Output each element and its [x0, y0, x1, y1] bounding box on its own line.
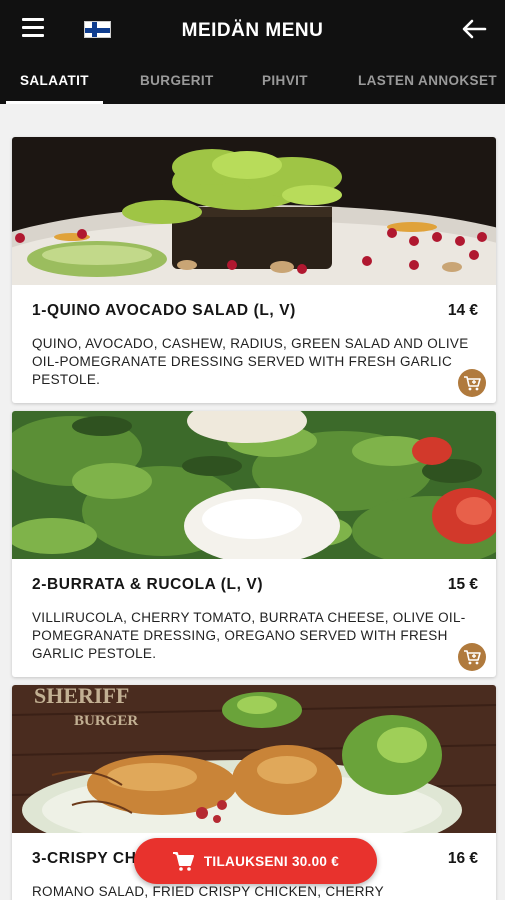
item-price: 15 €	[447, 576, 478, 593]
photo-logo-text: BURGER	[74, 713, 138, 729]
tab-burgerit[interactable]: BURGERIT	[140, 58, 214, 104]
page-title: MEIDÄN MENU	[181, 20, 324, 41]
dish-photo	[12, 137, 496, 285]
photo-logo-text: SHERIFF	[34, 685, 129, 708]
item-price: 16 €	[447, 850, 478, 867]
arrow-left-icon[interactable]	[461, 18, 487, 40]
my-order-button[interactable]: TILAUKSENI 30.00 €	[134, 838, 377, 884]
top-app-bar: MEIDÄN MENU	[0, 0, 505, 58]
item-description: QUINO, AVOCADO, CASHEW, RADIUS, GREEN SA…	[32, 336, 469, 387]
add-to-cart-icon[interactable]	[458, 369, 486, 397]
category-tabs: SALAATIT BURGERIT PIHVIT LASTEN ANNOKSET	[0, 58, 505, 104]
item-name: 2-BURRATA & RUCOLA (L, V)	[32, 576, 264, 593]
item-price: 14 €	[447, 302, 478, 319]
tab-salaatit[interactable]: SALAATIT	[6, 58, 103, 104]
tab-pihvit[interactable]: PIHVIT	[262, 58, 308, 104]
shopping-cart-icon	[172, 852, 194, 871]
order-button-label: TILAUKSENI 30.00 €	[203, 853, 340, 869]
dish-photo: SHERIFF BURGER	[12, 685, 496, 833]
item-name: 1-QUINO AVOCADO SALAD (L, V)	[32, 302, 296, 319]
menu-item-card[interactable]: 1-QUINO AVOCADO SALAD (L, V) 14 € QUINO,…	[12, 137, 496, 403]
menu-item-card[interactable]: 2-BURRATA & RUCOLA (L, V) 15 € VILLIRUCO…	[12, 411, 496, 677]
app-screen: MEIDÄN MENU SALAATIT BURGERIT PIHVIT LAS…	[0, 0, 505, 900]
dish-photo	[12, 411, 496, 559]
add-to-cart-icon[interactable]	[458, 643, 486, 671]
item-description: ROMANO SALAD, FRIED CRISPY CHICKEN, CHER…	[32, 884, 384, 899]
tab-lasten-annokset[interactable]: LASTEN ANNOKSET	[358, 58, 497, 104]
item-description: VILLIRUCOLA, CHERRY TOMATO, BURRATA CHEE…	[32, 610, 466, 661]
